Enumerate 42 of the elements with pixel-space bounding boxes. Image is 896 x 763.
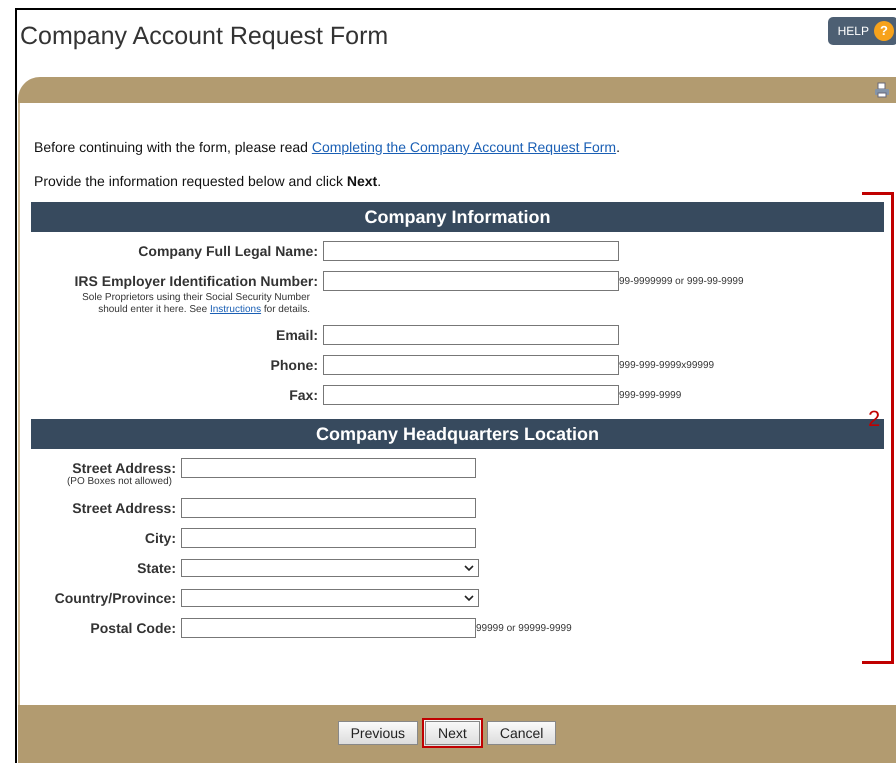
text-field[interactable]	[181, 618, 476, 638]
form-button[interactable]: Previous	[338, 721, 418, 745]
intro-text: Before continuing with the form, please read Completing the Company Account Request Form.	[34, 138, 621, 157]
chevron-down-icon	[464, 594, 474, 602]
field-label: Postal Code:	[90, 618, 176, 638]
field-label: Email:	[276, 326, 318, 344]
form-button[interactable]: Next	[422, 718, 483, 748]
field-label: Street Address:	[72, 458, 176, 476]
window-title: Company Account Request Form	[20, 21, 388, 52]
text-field[interactable]	[323, 271, 619, 291]
printer-icon[interactable]	[874, 82, 890, 98]
instructions-link[interactable]: Instructions	[210, 304, 262, 315]
field-label: IRS Employer Identification Number:	[74, 272, 318, 291]
format-hint: 999-999-9999	[619, 388, 682, 402]
field-label: Phone:	[270, 356, 318, 374]
dropdown-field[interactable]	[181, 559, 479, 577]
section-header: Company Information	[31, 202, 884, 232]
field-label: Fax:	[289, 386, 318, 404]
chevron-down-icon	[464, 564, 474, 572]
field-label: Country/Province:	[54, 588, 176, 608]
field-label: State:	[137, 558, 176, 578]
text-field[interactable]	[181, 458, 476, 478]
field-label: Company Full Legal Name:	[138, 242, 318, 261]
text-field[interactable]	[323, 325, 619, 345]
field-label: City:	[144, 528, 176, 548]
text-field[interactable]	[323, 355, 619, 375]
help-button[interactable]: HELP ?	[828, 17, 896, 45]
text-field[interactable]	[323, 241, 619, 261]
text-field[interactable]	[323, 385, 619, 405]
text-field[interactable]	[181, 498, 476, 518]
instruction-text: Provide the information requested below and click Next.	[34, 172, 382, 191]
format-hint: 99999 or 99999-9999	[476, 622, 572, 636]
field-note: Sole Proprietors using their Social Security Number should enter it here. See Instructions for details.	[81, 292, 311, 316]
field-label: Street Address:	[72, 498, 176, 518]
form-guide-link[interactable]: Completing the Company Account Request Form	[312, 139, 616, 155]
field-note: (PO Boxes not allowed)	[66, 475, 173, 489]
form-button[interactable]: Cancel	[486, 721, 556, 745]
format-hint: 999-999-9999x99999	[619, 358, 714, 372]
text-field[interactable]	[181, 528, 476, 548]
dropdown-field[interactable]	[181, 589, 479, 607]
format-hint: 99-9999999 or 999-99-9999	[619, 274, 744, 288]
question-icon: ?	[874, 21, 894, 41]
